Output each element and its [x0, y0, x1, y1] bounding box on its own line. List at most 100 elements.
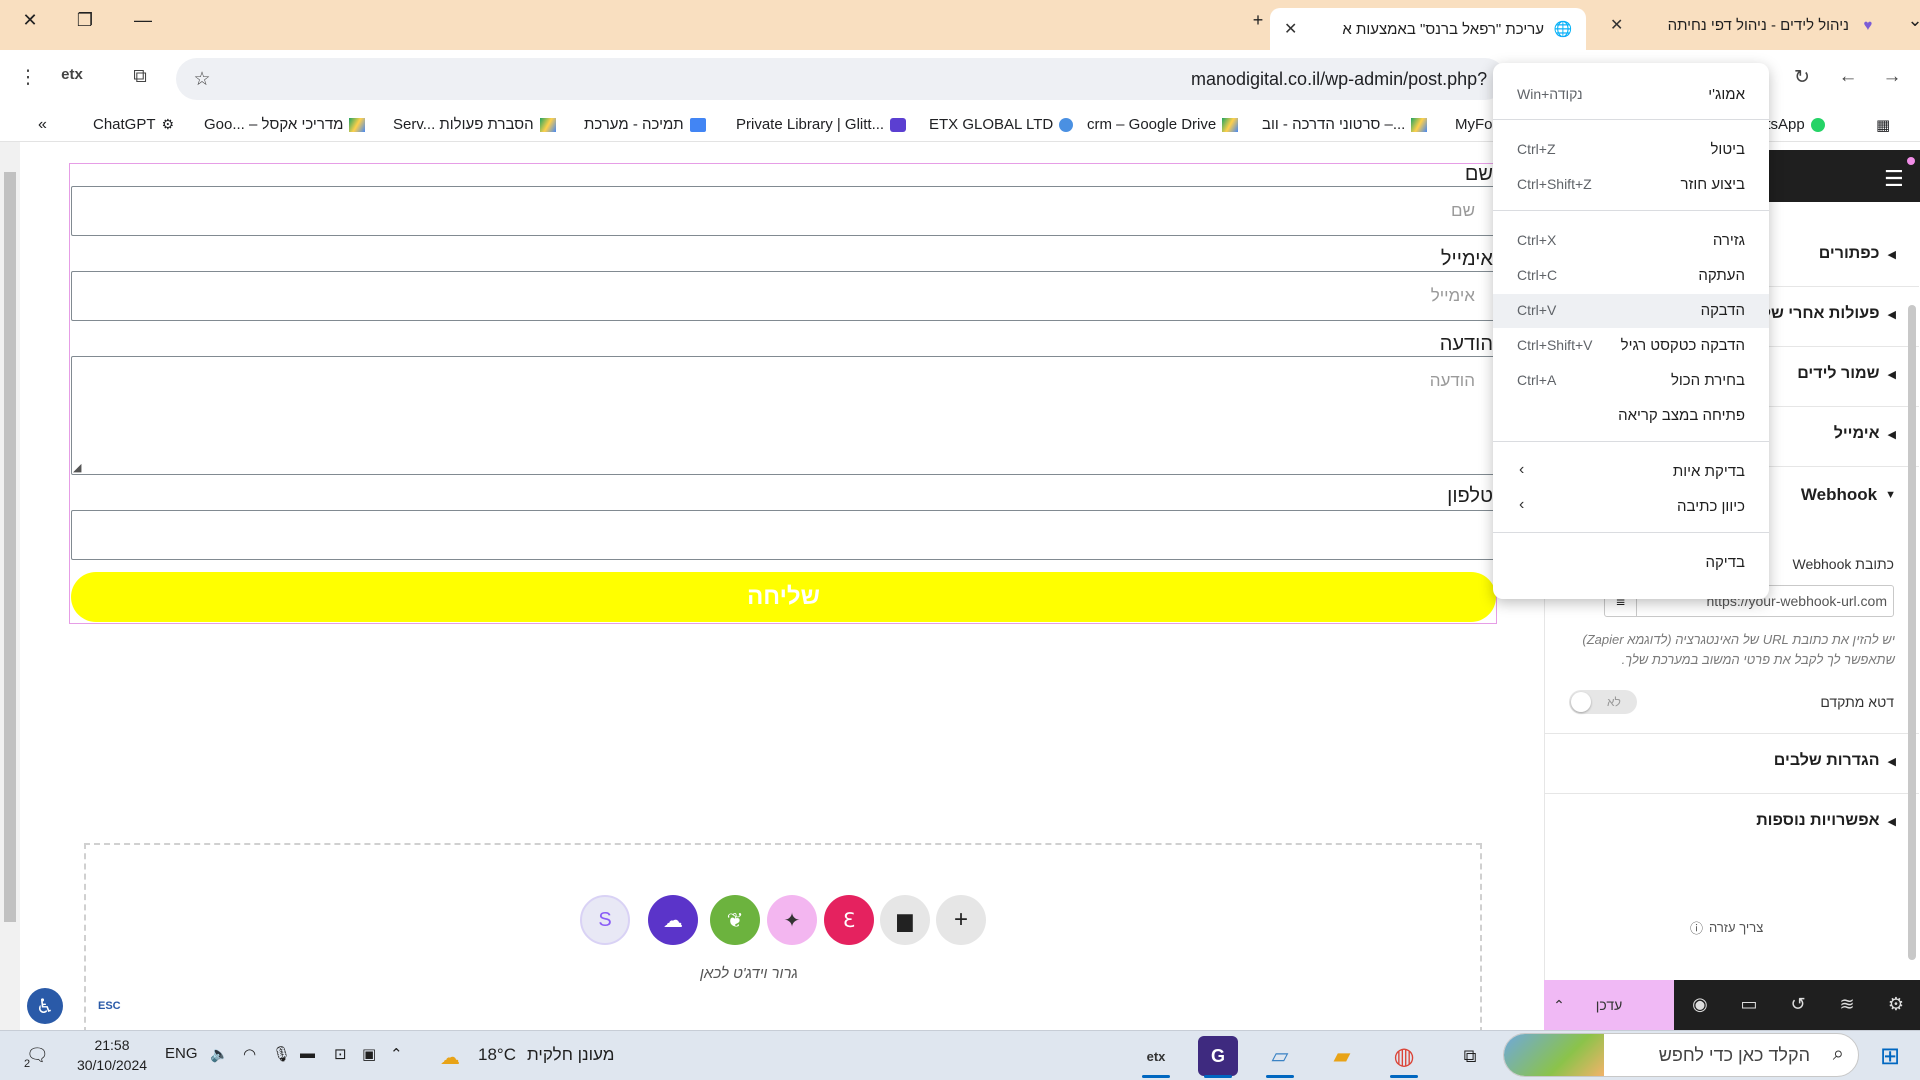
menu-item-spellcheck[interactable]: בדיקת איות ‹: [1493, 455, 1769, 489]
drive-icon: [1222, 117, 1239, 132]
task-view-icon[interactable]: ⧉: [1450, 1036, 1490, 1076]
bookmark-excel[interactable]: Goo... – מדריכי אקסל: [204, 116, 366, 133]
panel-scrollbar[interactable]: [1908, 305, 1916, 960]
hamburger-icon[interactable]: ☰: [1884, 166, 1904, 192]
close-icon[interactable]: ✕: [1284, 19, 1297, 39]
section-webhook[interactable]: ▼ Webhook: [1801, 485, 1896, 505]
windows-start-icon[interactable]: ⊞: [1870, 1036, 1910, 1076]
ek-icon[interactable]: ℇ: [824, 895, 874, 945]
menu-item-writing-direction[interactable]: כיוון כתיבה ‹: [1493, 490, 1769, 524]
section-buttons[interactable]: ◀ כפתורים: [1819, 245, 1896, 263]
menu-item-paste-plain[interactable]: הדבקה כטקסט רגיל Ctrl+Shift+V: [1493, 329, 1769, 363]
menu-item-emoji[interactable]: אמוג'י Win+נקודה: [1493, 78, 1769, 112]
menu-item-reading-mode[interactable]: פתיחה במצב קריאה: [1493, 399, 1769, 433]
taskbar-search[interactable]: הקלד כאן כדי לחפש ⌕: [1503, 1033, 1859, 1077]
chevron-up-icon[interactable]: ⌃: [390, 1045, 403, 1063]
help-link[interactable]: צריך עזרה ⓘ: [1690, 918, 1763, 937]
close-icon[interactable]: ✕: [1610, 15, 1623, 35]
phone-input[interactable]: [71, 510, 1496, 560]
chrome-icon[interactable]: ◍: [1384, 1036, 1424, 1078]
canvas-scrollbar[interactable]: [0, 142, 20, 1030]
menu-separator: [1493, 210, 1769, 211]
esc-label[interactable]: ESC: [98, 1000, 121, 1012]
bookmark-chatgpt[interactable]: ChatGPT ⚙: [93, 116, 174, 133]
drive-icon: [539, 117, 556, 132]
notepad-icon[interactable]: ▱: [1260, 1036, 1300, 1078]
extensions-icon[interactable]: ⧉: [126, 66, 154, 88]
forward-icon[interactable]: ←: [1834, 66, 1862, 88]
section-after-actions[interactable]: ◀ פעולות אחרי של: [1762, 305, 1896, 323]
bookmark-support[interactable]: תמיכה - מערכת: [584, 116, 706, 133]
update-button[interactable]: ⌃ עדכן: [1544, 980, 1674, 1030]
bookmark-crm[interactable]: crm – Google Drive: [1087, 116, 1239, 133]
minimize-icon[interactable]: —: [128, 10, 158, 31]
sparkle-icon[interactable]: ✦: [767, 895, 817, 945]
scroll-thumb[interactable]: [4, 172, 16, 922]
back-icon[interactable]: →: [1878, 66, 1906, 88]
tab-editor[interactable]: 🌐 עריכת "רפאל ברנס" באמצעות א ✕: [1270, 8, 1586, 50]
restore-icon[interactable]: ❐: [70, 10, 100, 31]
bookmark-etx[interactable]: ETX GLOBAL LTD: [929, 116, 1074, 133]
folder-icon[interactable]: ▆: [880, 895, 930, 945]
bookmark-videos[interactable]: סרטוני הדרכה - ווב –...: [1262, 116, 1428, 133]
chevron-down-icon[interactable]: ⌄: [1900, 10, 1920, 31]
bookmark-glitter[interactable]: Private Library | Glitt...: [736, 116, 907, 133]
menu-item-cut[interactable]: גזירה Ctrl+X: [1493, 224, 1769, 258]
etx-app-icon[interactable]: etx: [1136, 1036, 1176, 1078]
weather-text[interactable]: מעונן חלקית: [527, 1045, 614, 1065]
history-icon[interactable]: ↺: [1786, 994, 1810, 1015]
battery-icon[interactable]: ▬: [300, 1045, 315, 1062]
accessibility-icon[interactable]: ♿: [27, 988, 63, 1024]
resize-handle-icon[interactable]: ◢: [73, 461, 81, 474]
gear-icon[interactable]: ⚙: [1884, 994, 1908, 1015]
section-more-options[interactable]: ◀ אפשרויות נוספות: [1756, 812, 1896, 830]
menu-item-paste[interactable]: הדבקה Ctrl+V: [1493, 294, 1769, 328]
wifi-icon[interactable]: ◠: [243, 1045, 256, 1063]
cloud-icon[interactable]: ☁: [648, 895, 698, 945]
chevron-up-icon[interactable]: ⌃: [1544, 980, 1574, 1030]
menu-item-undo[interactable]: ביטול Ctrl+Z: [1493, 133, 1769, 167]
menu-item-redo[interactable]: ביצוע חוזר Ctrl+Shift+Z: [1493, 168, 1769, 202]
menu-item-select-all[interactable]: בחירת הכול Ctrl+A: [1493, 364, 1769, 398]
meet-icon[interactable]: ▣: [362, 1045, 376, 1063]
speaker-icon[interactable]: 🔈: [210, 1045, 229, 1063]
submit-button[interactable]: שליחה: [71, 572, 1496, 622]
tab-leads[interactable]: ♥ ניהול לידים - ניהול דפי נחיתה ✕: [1596, 8, 1891, 42]
bookmark-serv[interactable]: Serv... הסברת פעולות: [393, 116, 556, 133]
menu-dots-icon[interactable]: ⋮: [14, 66, 42, 89]
glitter-app-icon[interactable]: G: [1198, 1036, 1238, 1078]
language-indicator[interactable]: ENG: [165, 1045, 198, 1062]
layers-icon[interactable]: ≋: [1835, 994, 1859, 1015]
menu-item-copy[interactable]: העתקה Ctrl+C: [1493, 259, 1769, 293]
message-textarea[interactable]: הודעה ◢: [71, 356, 1496, 475]
star-icon[interactable]: ☆: [188, 68, 216, 91]
chevrons-left-icon[interactable]: «: [38, 116, 47, 134]
s-icon[interactable]: S: [580, 895, 630, 945]
email-input[interactable]: אימייל: [71, 271, 1496, 321]
menu-label: העתקה: [1698, 267, 1745, 284]
section-step-settings[interactable]: ◀ הגדרות שלבים: [1774, 752, 1896, 770]
menu-item-inspect[interactable]: בדיקה: [1493, 546, 1769, 580]
taskbar-clock[interactable]: 21:58 30/10/2024: [72, 1035, 152, 1075]
responsive-icon[interactable]: ▭: [1737, 994, 1761, 1015]
etx-extension-icon[interactable]: etx: [58, 66, 86, 83]
advanced-data-toggle[interactable]: לא: [1569, 690, 1637, 714]
menu-shortcut: Ctrl+Shift+Z: [1517, 176, 1592, 192]
plus-icon[interactable]: +: [936, 895, 986, 945]
mic-icon[interactable]: 🎙: [272, 1045, 291, 1063]
apps-icon[interactable]: ▦: [1876, 116, 1890, 134]
file-explorer-icon[interactable]: ▰: [1322, 1036, 1362, 1076]
bookmark-myfo[interactable]: MyFo: [1455, 116, 1493, 133]
name-input[interactable]: שם: [71, 186, 1496, 236]
section-email[interactable]: ◀ אימייל: [1834, 425, 1896, 443]
leaf-icon[interactable]: ❦: [710, 895, 760, 945]
new-tab-icon[interactable]: +: [1243, 10, 1273, 31]
weather-temp[interactable]: 18°C: [478, 1045, 516, 1065]
weather-icon[interactable]: ☁: [440, 1045, 460, 1070]
address-bar[interactable]: manodigital.co.il/wp-admin/post.php? ☆: [176, 58, 1506, 100]
eye-icon[interactable]: ◉: [1688, 994, 1712, 1015]
reload-icon[interactable]: ↻: [1788, 66, 1816, 89]
window-close-icon[interactable]: ✕: [15, 10, 45, 31]
section-save-leads[interactable]: ◀ שמור לידים: [1797, 365, 1896, 383]
display-icon[interactable]: ⊡: [334, 1045, 347, 1063]
